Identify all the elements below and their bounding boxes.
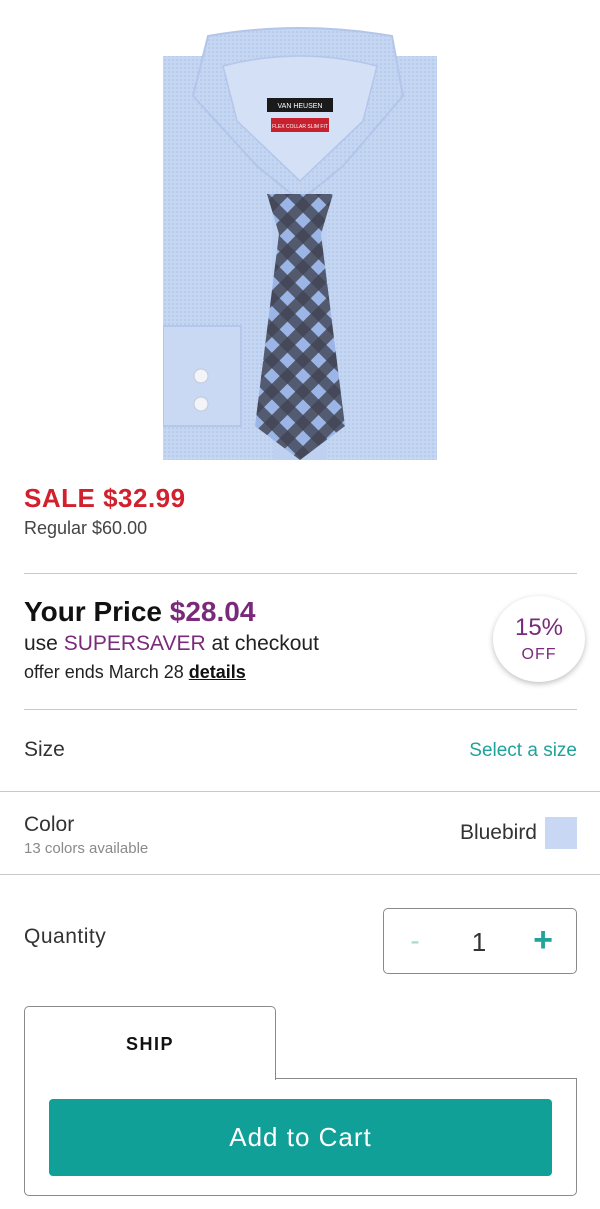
divider — [0, 791, 600, 792]
divider — [24, 709, 577, 710]
your-price: Your Price $28.04 — [24, 596, 255, 628]
colors-available: 13 colors available — [24, 840, 149, 857]
promo-text: use SUPERSAVER at checkout — [24, 632, 319, 656]
brand-tag: VAN HEUSEN — [278, 103, 323, 110]
promo-prefix: use — [24, 632, 58, 655]
color-label: Color — [24, 813, 75, 836]
discount-badge: 15% OFF — [493, 596, 585, 682]
your-price-label: Your Price — [24, 596, 162, 627]
discount-off: OFF — [521, 646, 557, 663]
quantity-stepper: - 1 + — [383, 908, 577, 974]
offer-text: offer ends March 28 details — [24, 662, 246, 683]
sale-price: SALE $32.99 — [24, 483, 186, 513]
select-size-link[interactable]: Select a size — [469, 740, 577, 762]
product-image: VAN HEUSEN FLEX COLLAR SLIM FIT — [163, 26, 437, 460]
add-to-cart-button[interactable]: Add to Cart — [49, 1099, 552, 1176]
discount-percent: 15% — [514, 614, 564, 641]
selected-color[interactable]: Bluebird — [460, 821, 537, 845]
details-link[interactable]: details — [189, 662, 246, 682]
quantity-value[interactable]: 1 — [459, 925, 499, 959]
offer-ends: offer ends March 28 — [24, 662, 184, 682]
color-swatch[interactable] — [545, 817, 577, 849]
tab-ship-label: SHIP — [125, 1034, 174, 1054]
size-label: Size — [24, 738, 65, 761]
divider — [0, 874, 600, 875]
quantity-increase-button[interactable]: + — [526, 921, 560, 959]
dress-shirt-with-tie-image: VAN HEUSEN FLEX COLLAR SLIM FIT — [163, 27, 437, 460]
tab-border — [275, 1078, 577, 1079]
tab-ship[interactable]: SHIP — [24, 1006, 276, 1080]
promo-suffix: at checkout — [211, 632, 319, 655]
regular-price: Regular $60.00 — [24, 518, 148, 538]
promo-code: SUPERSAVER — [63, 632, 206, 655]
divider — [24, 573, 577, 574]
quantity-decrease-button[interactable]: - — [400, 923, 430, 959]
fit-tag: FLEX COLLAR SLIM FIT — [272, 124, 328, 130]
your-price-amount: $28.04 — [169, 596, 256, 627]
quantity-label: Quantity — [24, 925, 107, 948]
